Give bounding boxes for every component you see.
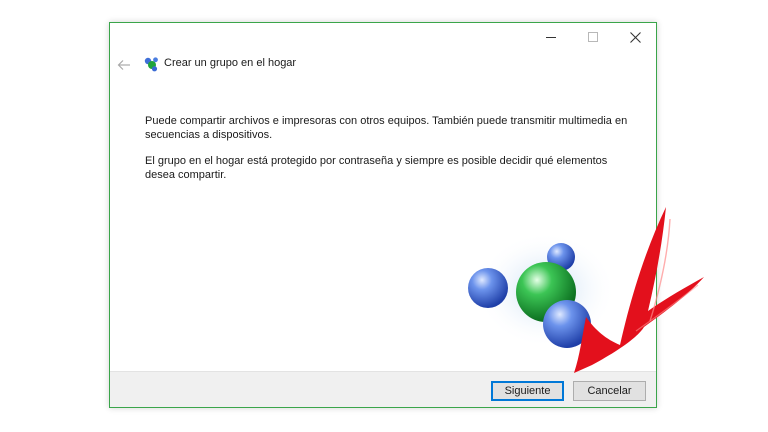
homegroup-icon [144,57,158,72]
description-paragraph-2: El grupo en el hogar está protegido por … [145,155,608,181]
minimize-icon [546,37,556,38]
homegroup-wizard-window: Crear un grupo en el hogar Puede compart… [109,22,657,408]
next-button[interactable]: Siguiente [491,381,564,401]
close-icon [629,31,641,43]
back-button[interactable] [114,55,134,75]
back-arrow-icon [117,60,130,70]
sphere-blue-bottom [543,300,591,348]
close-button[interactable] [614,23,656,51]
description-paragraph-1: Puede compartir archivos e impresoras co… [145,115,628,141]
maximize-button[interactable] [572,23,614,51]
cancel-button[interactable]: Cancelar [573,381,646,401]
window-title: Crear un grupo en el hogar [164,57,297,69]
homegroup-spheres-graphic [468,232,614,348]
screen: Crear un grupo en el hogar Puede compart… [0,0,768,432]
minimize-button[interactable] [530,23,572,51]
wizard-header: Crear un grupo en el hogar [110,53,656,77]
wizard-content: Puede compartir archivos e impresoras co… [145,114,635,194]
maximize-icon [588,32,598,42]
caption-buttons [530,23,656,51]
wizard-footer: Siguiente Cancelar [110,371,656,407]
sphere-blue-left [468,268,508,308]
